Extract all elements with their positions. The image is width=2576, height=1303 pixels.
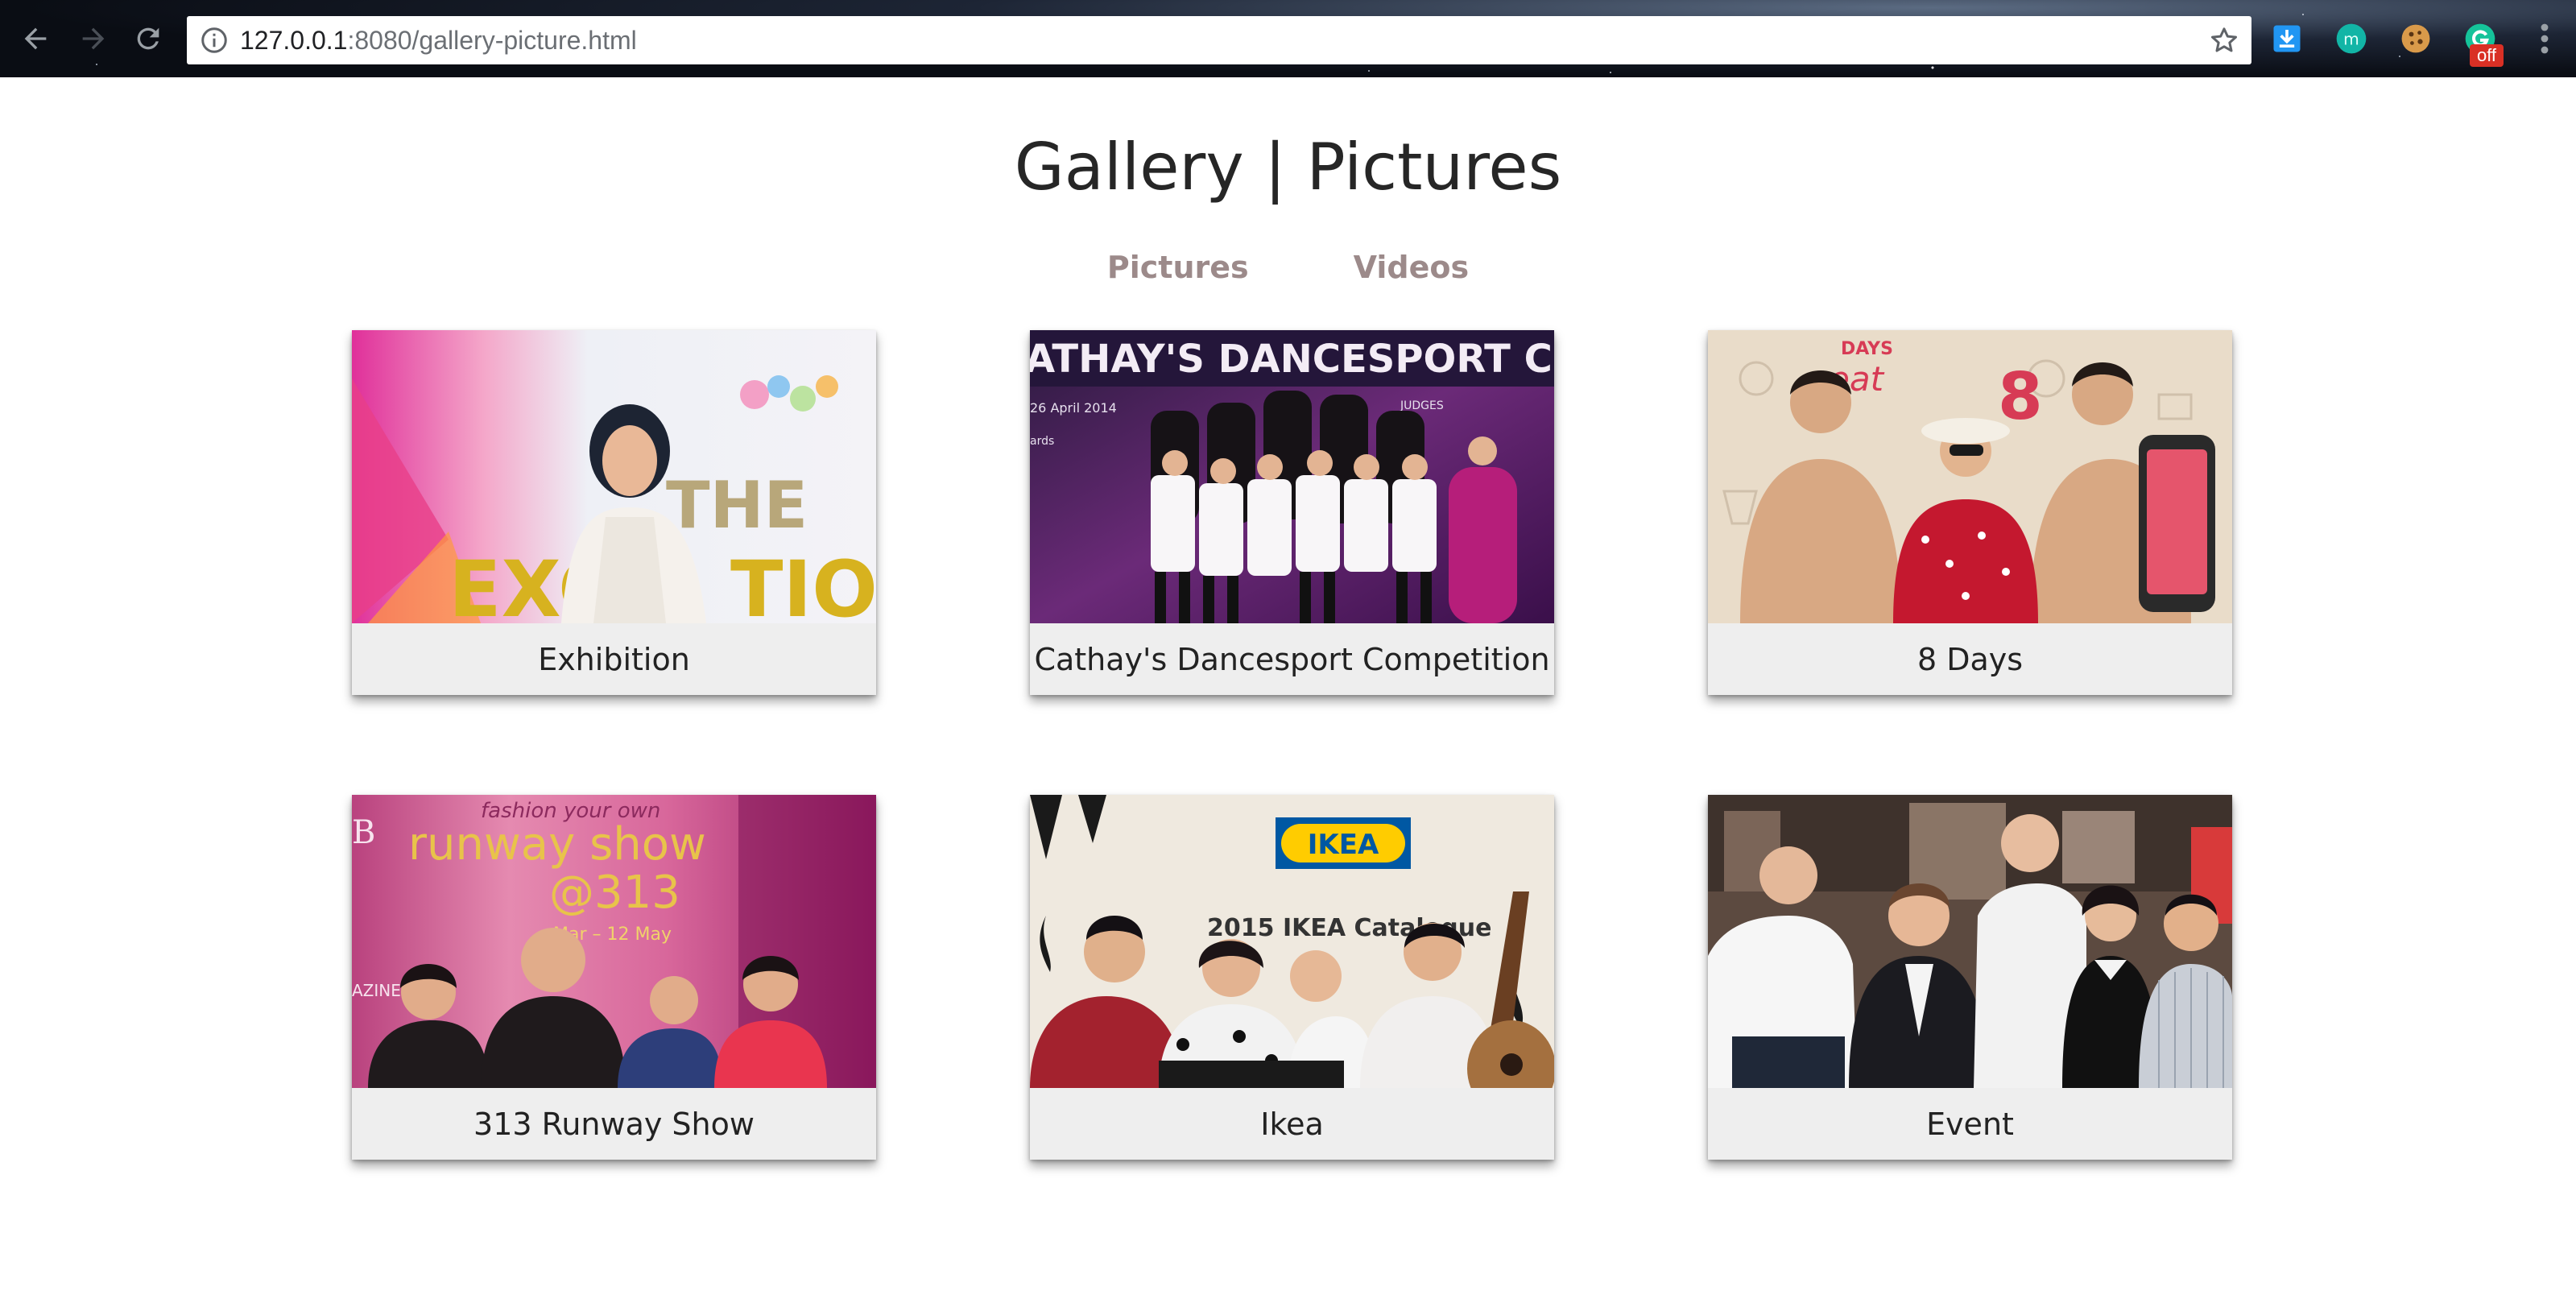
gallery-tabs: Pictures Videos	[0, 246, 2576, 288]
gallery-card-event[interactable]: Event	[1708, 795, 2232, 1160]
address-bar[interactable]: 127.0.0.1:8080/gallery-picture.html	[187, 16, 2251, 64]
extension-off-badge: off	[2470, 44, 2504, 67]
bookmark-star-icon[interactable]	[2208, 24, 2240, 56]
page-title: Gallery | Pictures	[1014, 130, 1562, 205]
download-icon	[2273, 25, 2301, 52]
forward-arrow-icon	[82, 27, 105, 50]
ikea-photo-text-1: IKEA	[1308, 829, 1379, 861]
runway-photo-text-2: runway show	[408, 818, 706, 871]
back-button[interactable]	[16, 19, 55, 58]
exhibition-photo: THE EXC TION	[352, 330, 876, 623]
runway-photo-text-6: B	[352, 814, 375, 851]
gallery-caption: 313 Runway Show	[352, 1088, 876, 1160]
browser-toolbar: 127.0.0.1:8080/gallery-picture.html m of…	[0, 0, 2576, 77]
runway-show-photo: fashion your own runway show @313 Mar – …	[352, 795, 876, 1088]
8-days-photo-text-1: 8	[1998, 359, 2043, 434]
exhibition-photo-text-1: THE	[666, 468, 808, 543]
dancesport-photo-text-2: 26 April 2014	[1030, 400, 1117, 416]
m-extension-button[interactable]: m	[2332, 19, 2371, 58]
cookie-extension-button[interactable]	[2396, 19, 2435, 58]
forward-button[interactable]	[74, 19, 113, 58]
reload-icon	[137, 27, 159, 50]
download-extension-button[interactable]	[2268, 19, 2306, 58]
gallery-card-ikea[interactable]: IKEA 2015 IKEA Catalogue Ikea	[1030, 795, 1554, 1160]
tab-pictures[interactable]: Pictures	[1107, 246, 1249, 288]
dancesport-photo-text-3: JUDGES	[1400, 399, 1444, 412]
gallery-caption: Ikea	[1030, 1088, 1554, 1160]
gallery-caption: Exhibition	[352, 623, 876, 695]
url-host: 127.0.0.1	[240, 26, 348, 55]
back-arrow-icon	[24, 27, 47, 50]
ikea-photo: IKEA 2015 IKEA Catalogue	[1030, 795, 1554, 1088]
gallery-thumbnail	[1708, 795, 2232, 1088]
gallery-caption: Event	[1708, 1088, 2232, 1160]
gallery-caption: Cathay's Dancesport Competition	[1030, 623, 1554, 695]
8-days-photo: 8 DAYS eat	[1708, 330, 2232, 623]
gallery-card-dancesport[interactable]: ATHAY'S DANCESPORT COMPETITIO 26 April 2…	[1030, 330, 1554, 695]
svg-text:m: m	[2343, 29, 2359, 48]
gallery-caption: 8 Days	[1708, 623, 2232, 695]
reload-button[interactable]	[129, 19, 167, 58]
gallery-thumbnail: ATHAY'S DANCESPORT COMPETITIO 26 April 2…	[1030, 330, 1554, 623]
gallery-thumbnail: THE EXC TION	[352, 330, 876, 623]
gallery-card-8-days[interactable]: 8 DAYS eat 8 Days	[1708, 330, 2232, 695]
gallery-card-exhibition[interactable]: THE EXC TION Exhibition	[352, 330, 876, 695]
gallery-thumbnail: fashion your own runway show @313 Mar – …	[352, 795, 876, 1088]
runway-photo-text-3: @313	[549, 867, 680, 919]
gallery-thumbnail: IKEA 2015 IKEA Catalogue	[1030, 795, 1554, 1088]
8-days-photo-text-2: DAYS	[1841, 339, 1893, 359]
gallery-card-runway-show[interactable]: fashion your own runway show @313 Mar – …	[352, 795, 876, 1160]
info-icon[interactable]	[200, 26, 229, 55]
event-photo	[1708, 795, 2232, 1088]
exhibition-photo-text-3: TION	[730, 544, 876, 623]
dancesport-photo-text-1: ATHAY'S DANCESPORT COMPETITIO	[1030, 337, 1554, 382]
gallery-grid: THE EXC TION Exhibition	[352, 330, 2232, 1160]
gallery-thumbnail: 8 DAYS eat	[1708, 330, 2232, 623]
runway-photo-text-5: AZINE	[352, 981, 401, 1000]
dancesport-photo-text-4: ards	[1030, 435, 1054, 448]
m-icon: m	[2336, 23, 2367, 54]
tab-videos[interactable]: Videos	[1354, 246, 1469, 288]
cookie-icon	[2401, 24, 2430, 53]
menu-kebab-icon[interactable]	[2528, 19, 2561, 58]
dancesport-photo: ATHAY'S DANCESPORT COMPETITIO 26 April 2…	[1030, 330, 1554, 623]
url-text[interactable]: 127.0.0.1:8080/gallery-picture.html	[240, 26, 637, 55]
url-path: :8080/gallery-picture.html	[347, 26, 637, 55]
